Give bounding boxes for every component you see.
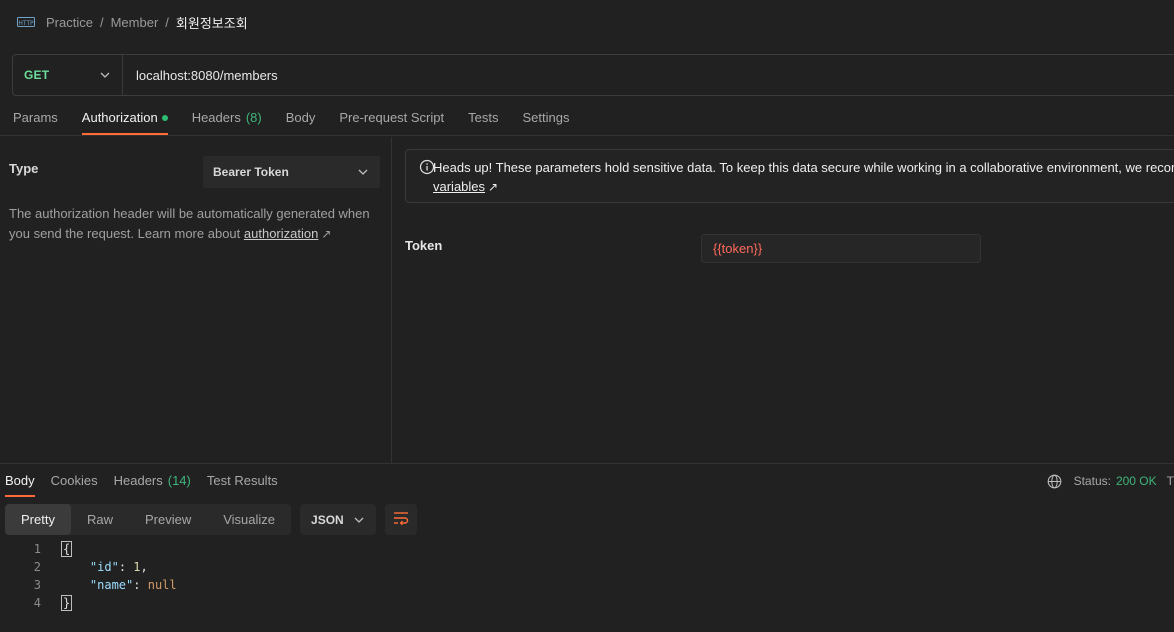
method-select[interactable]: GET bbox=[13, 55, 123, 95]
status-dot-icon bbox=[161, 114, 168, 121]
banner-text: Heads up! These parameters hold sensitiv… bbox=[433, 158, 1174, 197]
url-bar: GET bbox=[12, 54, 1174, 96]
response-view-bar: Pretty Raw Preview Visualize JSON bbox=[5, 504, 418, 535]
tab-headers[interactable]: Headers (8) bbox=[180, 100, 274, 135]
authorization-link[interactable]: authorization bbox=[244, 226, 318, 241]
globe-icon[interactable] bbox=[1047, 474, 1062, 489]
tab-label: Tests bbox=[468, 110, 499, 125]
json-comma: , bbox=[140, 560, 148, 574]
response-status: Status: 200 OK T bbox=[1047, 464, 1174, 498]
json-colon: : bbox=[118, 560, 134, 574]
view-preview[interactable]: Preview bbox=[129, 504, 207, 535]
breadcrumb: HTTP Practice / Member / 회원정보조회 bbox=[0, 0, 1174, 44]
breadcrumb-item-member[interactable]: Member bbox=[111, 15, 159, 30]
code-line: 4 } bbox=[0, 594, 1174, 612]
code-text: { bbox=[61, 541, 73, 557]
response-time-truncated: T bbox=[1166, 474, 1174, 488]
status-value[interactable]: 200 OK bbox=[1116, 474, 1157, 488]
auth-description: The authorization header will be automat… bbox=[9, 204, 381, 244]
code-line: 3 "name": null bbox=[0, 576, 1174, 594]
auth-config-panel: Heads up! These parameters hold sensitiv… bbox=[393, 137, 1174, 463]
tab-label: Cookies bbox=[50, 473, 98, 488]
auth-type-select[interactable]: Bearer Token bbox=[203, 156, 380, 188]
external-link-icon: ↗ bbox=[488, 180, 499, 194]
sensitive-data-banner: Heads up! These parameters hold sensitiv… bbox=[405, 149, 1174, 203]
external-link-icon: ↗ bbox=[321, 227, 332, 241]
breadcrumb-separator: / bbox=[99, 14, 104, 30]
tab-label: Test Results bbox=[206, 473, 278, 488]
method-label: GET bbox=[24, 68, 50, 82]
tab-response-headers[interactable]: Headers (14) bbox=[106, 464, 199, 497]
tab-label: Pre-request Script bbox=[339, 110, 445, 125]
url-input[interactable] bbox=[123, 55, 1174, 95]
response-body[interactable]: 1 { 2 "id": 1, 3 "name": null 4 } bbox=[0, 540, 1174, 612]
chevron-down-icon bbox=[358, 167, 368, 177]
tab-label: Body bbox=[285, 110, 316, 125]
tab-count: (14) bbox=[167, 473, 191, 488]
json-value: null bbox=[147, 578, 177, 592]
wrap-icon bbox=[393, 511, 409, 528]
code-line: 1 { bbox=[0, 540, 1174, 558]
chevron-down-icon bbox=[354, 515, 364, 525]
tab-authorization[interactable]: Authorization bbox=[70, 100, 180, 135]
status-label: Status: bbox=[1073, 474, 1111, 488]
tab-label: Settings bbox=[522, 110, 570, 125]
json-colon: : bbox=[133, 578, 148, 592]
wrap-lines-button[interactable] bbox=[385, 504, 418, 535]
code-text: "id": 1, bbox=[61, 560, 148, 574]
tab-tests[interactable]: Tests bbox=[456, 100, 510, 135]
tab-response-body[interactable]: Body bbox=[0, 464, 43, 497]
line-number: 1 bbox=[33, 542, 41, 556]
banner-message: Heads up! These parameters hold sensitiv… bbox=[433, 160, 1174, 175]
code-text: "name": null bbox=[61, 578, 177, 592]
type-label: Type bbox=[9, 161, 39, 176]
line-number: 2 bbox=[33, 560, 41, 574]
token-label: Token bbox=[405, 238, 443, 253]
code-line: 2 "id": 1, bbox=[0, 558, 1174, 576]
tab-cookies[interactable]: Cookies bbox=[43, 464, 106, 497]
close-brace: } bbox=[61, 595, 73, 611]
breadcrumb-item-practice[interactable]: Practice bbox=[46, 15, 93, 30]
tab-label: Headers bbox=[191, 110, 241, 125]
tab-pre-request-script[interactable]: Pre-request Script bbox=[327, 100, 456, 135]
svg-text:HTTP: HTTP bbox=[18, 20, 34, 27]
open-brace: { bbox=[61, 541, 73, 557]
tab-label: Params bbox=[13, 110, 58, 125]
auth-type-panel: Type Bearer Token The authorization head… bbox=[0, 137, 392, 463]
request-tabs: Params Authorization Headers (8) Body Pre… bbox=[0, 100, 1174, 136]
tab-count: (8) bbox=[245, 110, 262, 125]
token-input[interactable] bbox=[701, 234, 981, 263]
view-mode-segment: Pretty Raw Preview Visualize bbox=[5, 504, 292, 535]
code-text: } bbox=[61, 595, 73, 611]
format-select[interactable]: JSON bbox=[300, 504, 377, 535]
view-raw[interactable]: Raw bbox=[71, 504, 129, 535]
line-number: 3 bbox=[33, 578, 41, 592]
tab-label: Body bbox=[5, 473, 35, 488]
view-visualize[interactable]: Visualize bbox=[207, 504, 291, 535]
json-value: 1 bbox=[133, 560, 141, 574]
format-value: JSON bbox=[311, 512, 344, 527]
line-number: 4 bbox=[33, 596, 41, 610]
tab-settings[interactable]: Settings bbox=[510, 100, 581, 135]
request-name[interactable]: 회원정보조회 bbox=[176, 13, 248, 32]
variables-link[interactable]: variables bbox=[433, 179, 485, 194]
view-pretty[interactable]: Pretty bbox=[5, 504, 71, 535]
tab-test-results[interactable]: Test Results bbox=[199, 464, 286, 497]
response-tabs: Body Cookies Headers (14) Test Results St… bbox=[0, 463, 1174, 497]
tab-body[interactable]: Body bbox=[274, 100, 328, 135]
tab-label: Authorization bbox=[81, 110, 158, 125]
json-key: "name" bbox=[89, 578, 134, 592]
json-key: "id" bbox=[89, 560, 119, 574]
breadcrumb-separator: / bbox=[165, 14, 169, 30]
tab-params[interactable]: Params bbox=[0, 100, 70, 135]
chevron-down-icon bbox=[100, 70, 110, 80]
tab-label: Headers bbox=[113, 473, 163, 488]
auth-type-value: Bearer Token bbox=[213, 165, 289, 179]
http-icon: HTTP bbox=[17, 15, 35, 29]
